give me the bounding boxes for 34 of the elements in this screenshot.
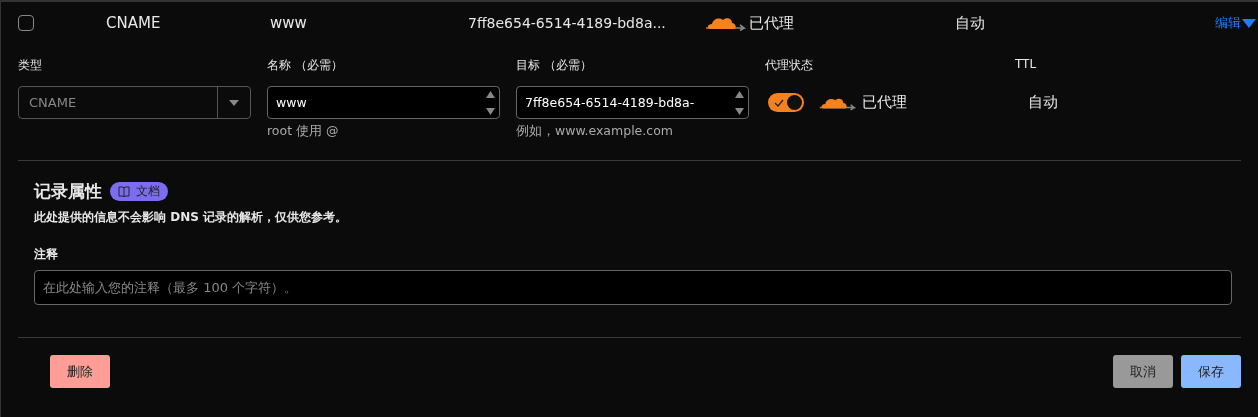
record-name: www	[270, 14, 308, 32]
proxy-toggle[interactable]	[768, 93, 804, 112]
book-icon	[118, 186, 130, 197]
section-title: 记录属性	[34, 180, 102, 203]
cancel-button[interactable]: 取消	[1113, 355, 1173, 388]
field-label: 类型	[18, 57, 43, 73]
field-label: TTL	[1015, 57, 1038, 73]
delete-button[interactable]: 删除	[50, 355, 110, 388]
row-checkbox[interactable]	[18, 15, 34, 31]
proxy-status: 已代理	[749, 13, 794, 33]
field-label: 名称 （必需）	[267, 57, 344, 73]
caret-icon	[1242, 18, 1256, 28]
field-label: 目标 （必需）	[516, 57, 593, 73]
input-field[interactable]: www	[267, 86, 500, 119]
dropdown-icon	[229, 99, 239, 106]
ttl-value: 自动	[1027, 92, 1059, 113]
field-label: 代理状态	[765, 57, 814, 73]
docs-badge[interactable]: 文档	[110, 182, 168, 201]
input-field[interactable]: 7ff8e654-6514-4189-bd8a-	[516, 86, 749, 119]
edit-link[interactable]: 编辑	[1215, 14, 1256, 32]
record-ttl: 自动	[955, 13, 986, 33]
record-content: 7ff8e654-6514-4189-bd8a...	[468, 15, 667, 31]
spinner-icon	[735, 89, 744, 116]
spinner-icon	[486, 89, 495, 116]
save-button[interactable]: 保存	[1181, 355, 1241, 388]
field-hint: 例如，www.example.com	[516, 123, 674, 140]
proxy-status: 已代理	[862, 93, 907, 112]
cloud-icon	[704, 15, 746, 31]
field-label: 注释	[34, 246, 59, 263]
field-hint: root 使用 @	[267, 123, 340, 140]
section-description: 此处提供的信息不会影响 DNS 记录的解析，仅供您参考。	[34, 209, 348, 226]
record-type: CNAME	[106, 14, 162, 32]
check-icon	[774, 98, 784, 107]
comment-field[interactable]: 在此处输入您的注释（最多 100 个字符）。	[34, 270, 1232, 305]
